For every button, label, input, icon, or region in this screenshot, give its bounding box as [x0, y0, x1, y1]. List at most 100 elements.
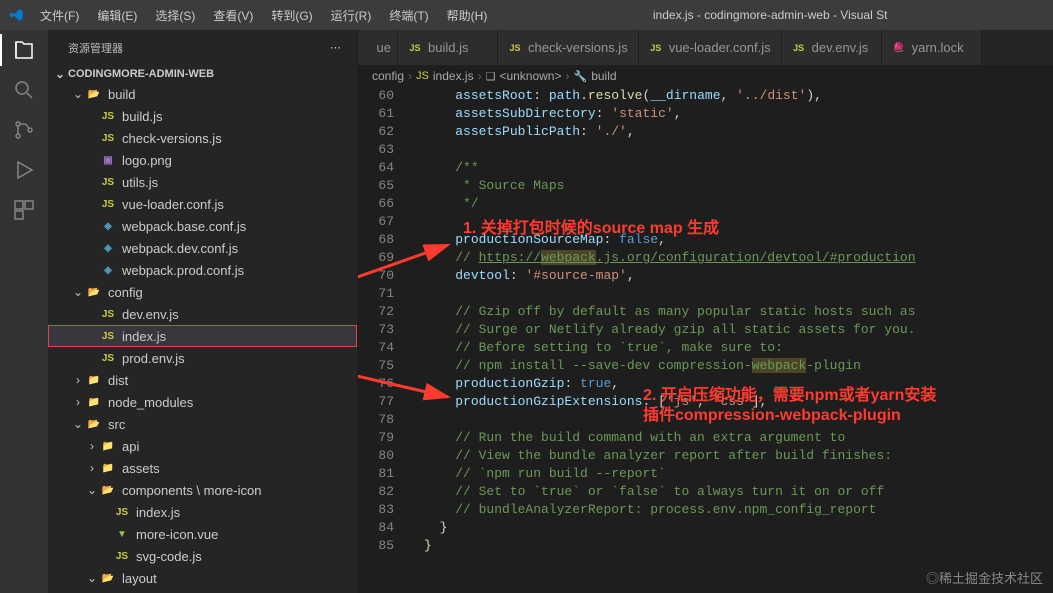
code-line-70[interactable]: devtool: '#source-map', [424, 267, 1053, 285]
tab-dev-env[interactable]: JSdev.env.js [782, 30, 882, 65]
breadcrumb-symbol[interactable]: <unknown> [499, 69, 561, 83]
menu-view[interactable]: 查看(V) [205, 3, 261, 28]
tree-item-check-versions-js[interactable]: JScheck-versions.js [48, 127, 357, 149]
menu-help[interactable]: 帮助(H) [439, 3, 496, 28]
tab-label: build.js [428, 40, 468, 55]
js-icon: JS [100, 108, 116, 124]
code-line-82[interactable]: // Set to `true` or `false` to always tu… [424, 483, 1053, 501]
tree-item-prod-env-js[interactable]: JSprod.env.js [48, 347, 357, 369]
tree-item-node_modules[interactable]: ›📁node_modules [48, 391, 357, 413]
tree-item-layout[interactable]: ⌄📂layout [48, 567, 357, 589]
code-line-81[interactable]: // `npm run build --report` [424, 465, 1053, 483]
js-icon: JS [100, 174, 116, 190]
code-line-79[interactable]: // Run the build command with an extra a… [424, 429, 1053, 447]
line-number: 65 [358, 177, 394, 195]
tree-item-dist[interactable]: ›📁dist [48, 369, 357, 391]
tree-label: components \ more-icon [122, 483, 261, 498]
code-line-68[interactable]: productionSourceMap: false, [424, 231, 1053, 249]
code-line-72[interactable]: // Gzip off by default as many popular s… [424, 303, 1053, 321]
code-line-61[interactable]: assetsSubDirectory: 'static', [424, 105, 1053, 123]
tree-item-logo-png[interactable]: ▣logo.png [48, 149, 357, 171]
extensions-icon[interactable] [12, 198, 36, 222]
tree-label: node_modules [108, 395, 193, 410]
workspace-name: CODINGMORE-ADMIN-WEB [68, 68, 214, 80]
code-line-69[interactable]: // https://webpack.js.org/configuration/… [424, 249, 1053, 267]
tree-item-index-js[interactable]: JS index.js [48, 325, 357, 347]
js-icon: JS [100, 328, 116, 344]
source-control-icon[interactable] [12, 118, 36, 142]
webpack-icon: ◈ [100, 262, 116, 278]
code-line-74[interactable]: // Before setting to `true`, make sure t… [424, 339, 1053, 357]
code-line-80[interactable]: // View the bundle analyzer report after… [424, 447, 1053, 465]
folder-icon: 📁 [86, 372, 102, 388]
tree-item-index-js[interactable]: JSindex.js [48, 501, 357, 523]
run-debug-icon[interactable] [12, 158, 36, 182]
tab-label: yarn.lock [912, 40, 964, 55]
explorer-icon[interactable] [12, 38, 36, 62]
tab-partial[interactable]: ue [358, 30, 398, 65]
tree-item-build[interactable]: ⌄📂build [48, 83, 357, 105]
code-line-78[interactable] [424, 411, 1053, 429]
tree-item-assets[interactable]: ›📁assets [48, 457, 357, 479]
menu-go[interactable]: 转到(G) [263, 3, 320, 28]
tree-item-config[interactable]: ⌄📂config [48, 281, 357, 303]
folder-open-icon: 📂 [86, 284, 102, 300]
tree-item-webpack-dev-conf-js[interactable]: ◈webpack.dev.conf.js [48, 237, 357, 259]
tab-vue-loader[interactable]: JSvue-loader.conf.js [639, 30, 782, 65]
code-line-84[interactable]: } [424, 519, 1053, 537]
code-editor[interactable]: 6061626364656667686970717273747576777879… [358, 87, 1053, 593]
menu-edit[interactable]: 编辑(E) [89, 3, 145, 28]
code-line-63[interactable] [424, 141, 1053, 159]
code-line-64[interactable]: /** [424, 159, 1053, 177]
tree-label: index.js [122, 329, 166, 344]
tree-item-build-js[interactable]: JSbuild.js [48, 105, 357, 127]
line-number: 81 [358, 465, 394, 483]
more-actions-icon[interactable]: ⋯ [330, 41, 341, 54]
breadcrumb-symbol[interactable]: build [591, 69, 616, 83]
tree-item-svg-code-js[interactable]: JSsvg-code.js [48, 545, 357, 567]
js-icon: JS [508, 41, 522, 55]
line-number: 69 [358, 249, 394, 267]
breadcrumbs[interactable]: config › JS index.js › ❏ <unknown> › 🔧 b… [358, 65, 1053, 87]
js-icon: JS [114, 504, 130, 520]
tab-check-versions[interactable]: JScheck-versions.js [498, 30, 639, 65]
code-line-85[interactable]: } [424, 537, 1053, 555]
tree-item-dev-env-js[interactable]: JSdev.env.js [48, 303, 357, 325]
tab-yarn-lock[interactable]: 🧶yarn.lock [882, 30, 982, 65]
watermark: ◎稀土掘金技术社区 [926, 568, 1043, 587]
code-line-67[interactable] [424, 213, 1053, 231]
webpack-icon: ◈ [100, 218, 116, 234]
tree-item-api[interactable]: ›📁api [48, 435, 357, 457]
vue-icon: ▼ [114, 526, 130, 542]
breadcrumb-folder[interactable]: config [372, 69, 404, 83]
code-line-76[interactable]: productionGzip: true, [424, 375, 1053, 393]
code-line-71[interactable] [424, 285, 1053, 303]
tree-item-webpack-base-conf-js[interactable]: ◈webpack.base.conf.js [48, 215, 357, 237]
code-line-73[interactable]: // Surge or Netlify already gzip all sta… [424, 321, 1053, 339]
code-line-60[interactable]: assetsRoot: path.resolve(__dirname, '../… [424, 87, 1053, 105]
tree-item-utils-js[interactable]: JSutils.js [48, 171, 357, 193]
activity-bar [0, 30, 48, 593]
tree-item-components-more-icon[interactable]: ⌄📂components \ more-icon [48, 479, 357, 501]
chevron-icon: › [70, 373, 86, 387]
menu-terminal[interactable]: 终端(T) [381, 3, 436, 28]
tree-item-vue-loader-conf-js[interactable]: JSvue-loader.conf.js [48, 193, 357, 215]
code-line-66[interactable]: */ [424, 195, 1053, 213]
breadcrumb-file[interactable]: index.js [433, 69, 474, 83]
tab-build[interactable]: JSbuild.js [398, 30, 498, 65]
menu-selection[interactable]: 选择(S) [147, 3, 203, 28]
menu-file[interactable]: 文件(F) [32, 3, 87, 28]
tree-label: src [108, 417, 125, 432]
folder-section-header[interactable]: ⌄ CODINGMORE-ADMIN-WEB [48, 65, 357, 83]
code-line-83[interactable]: // bundleAnalyzerReport: process.env.npm… [424, 501, 1053, 519]
tree-item-more-icon-vue[interactable]: ▼more-icon.vue [48, 523, 357, 545]
code-line-62[interactable]: assetsPublicPath: './', [424, 123, 1053, 141]
tree-item-webpack-prod-conf-js[interactable]: ◈webpack.prod.conf.js [48, 259, 357, 281]
code-line-65[interactable]: * Source Maps [424, 177, 1053, 195]
menu-run[interactable]: 运行(R) [323, 3, 380, 28]
code-line-77[interactable]: productionGzipExtensions: ['js', 'css'], [424, 393, 1053, 411]
code-line-75[interactable]: // npm install --save-dev compression-we… [424, 357, 1053, 375]
search-icon[interactable] [12, 78, 36, 102]
code-lines[interactable]: assetsRoot: path.resolve(__dirname, '../… [414, 87, 1053, 593]
tree-item-src[interactable]: ⌄📂src [48, 413, 357, 435]
